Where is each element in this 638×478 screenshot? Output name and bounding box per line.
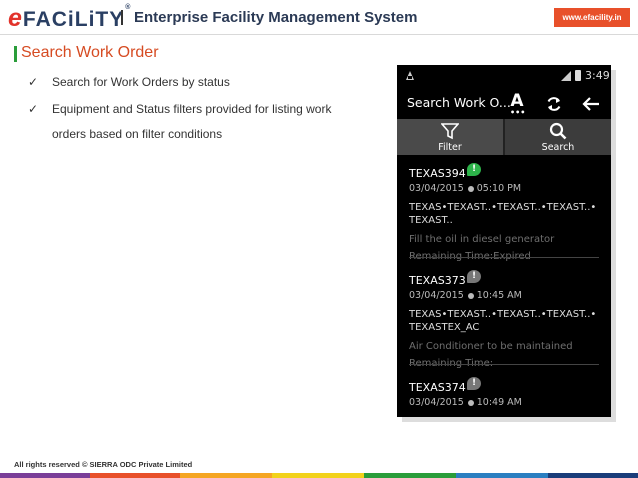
bullet-item: ✓ Search for Work Orders by status [28, 70, 368, 95]
work-order-item[interactable]: TEXAS374 ! 03/04/2015 10:49 AM [397, 371, 611, 417]
footer-color-strip [0, 473, 638, 478]
work-order-date: 03/04/2015 [409, 397, 464, 408]
alert-bubble-icon: ! [467, 270, 481, 283]
font-icon-dots: ••• [510, 108, 526, 117]
header-separator [0, 34, 638, 35]
footer-strip-segment [272, 473, 364, 478]
item-divider [409, 257, 599, 258]
filter-icon [441, 123, 459, 140]
work-order-item[interactable]: TEXAS373 ! 03/04/2015 10:45 AM TEXAS•TEXA… [397, 264, 611, 371]
footer-strip-segment [548, 473, 638, 478]
work-order-location: TEXAS•TEXAST..•TEXAST..•TEXAST..•TEXASTE… [409, 309, 597, 333]
work-order-code: TEXAS373 [409, 274, 466, 287]
bullet-text: Equipment and Status filters provided fo… [52, 102, 332, 141]
search-icon [549, 122, 567, 140]
work-order-time: 05:10 PM [476, 183, 522, 194]
section-title: Search Work Order [21, 44, 159, 61]
signal-icon [561, 71, 571, 81]
work-order-header: TEXAS394 ! [409, 162, 599, 180]
work-order-time: 10:49 AM [476, 397, 522, 408]
work-order-item[interactable]: TEXAS394 ! 03/04/2015 05:10 PM TEXAS•TEXA… [397, 157, 611, 264]
work-order-date: 03/04/2015 [409, 183, 464, 194]
work-order-time: 10:45 AM [476, 290, 522, 301]
filter-button[interactable]: Filter [397, 119, 503, 155]
font-size-icon[interactable]: A ••• [508, 91, 526, 117]
footer-strip-segment [0, 473, 90, 478]
search-button[interactable]: Search [505, 119, 611, 155]
work-order-datetime: 03/04/2015 10:45 AM [409, 290, 599, 304]
footer-strip-segment [364, 473, 456, 478]
bullet-text: Search for Work Orders by status [52, 75, 230, 89]
section-title-accent [14, 46, 17, 62]
app-title: Enterprise Facility Management System [134, 9, 418, 26]
work-order-description: Fill the oil in diesel generator [409, 234, 555, 245]
footer-strip-segment [90, 473, 180, 478]
logo-text: FACiLiTY [22, 8, 125, 31]
feature-bullet-list: ✓ Search for Work Orders by status ✓ Equ… [28, 70, 368, 147]
header: eFACiLiTY® Enterprise Facility Managemen… [0, 0, 638, 34]
battery-icon [575, 70, 581, 81]
header-divider [121, 10, 123, 25]
back-arrow-icon[interactable] [582, 95, 600, 113]
dot-separator [467, 185, 474, 192]
app-bar: Search Work O... A ••• [397, 87, 611, 119]
dot-separator [467, 292, 474, 299]
status-bar: 3:49 [397, 65, 611, 87]
bullet-item: ✓ Equipment and Status filters provided … [28, 97, 368, 147]
checkmark-icon: ✓ [28, 102, 39, 116]
footer-strip-segment [180, 473, 272, 478]
footer-strip-segment [456, 473, 548, 478]
filter-search-toolbar: Filter Search [397, 119, 611, 155]
alert-bubble-icon: ! [467, 377, 481, 390]
item-divider [409, 364, 599, 365]
refresh-icon[interactable] [545, 95, 563, 113]
work-order-code: TEXAS374 [409, 381, 466, 394]
work-order-date: 03/04/2015 [409, 290, 464, 301]
alert-bubble-icon: ! [467, 163, 481, 176]
work-order-list: TEXAS394 ! 03/04/2015 05:10 PM TEXAS•TEXA… [397, 157, 611, 417]
phone-screenshot: 3:49 Search Work O... A ••• Filter Searc… [397, 65, 611, 417]
app-notification-icon [406, 71, 414, 80]
screen-title: Search Work O... [407, 95, 511, 110]
work-order-header: TEXAS374 ! [409, 376, 599, 394]
work-order-code: TEXAS394 [409, 167, 466, 180]
search-label: Search [541, 142, 575, 153]
checkmark-icon: ✓ [28, 75, 39, 89]
dot-separator [467, 399, 474, 406]
work-order-datetime: 03/04/2015 05:10 PM [409, 183, 599, 197]
filter-label: Filter [438, 142, 462, 153]
logo-registered-mark: ® [125, 4, 132, 11]
work-order-datetime: 03/04/2015 10:49 AM [409, 397, 599, 411]
logo-e: e [8, 4, 23, 32]
website-url-badge[interactable]: www.efacility.in [554, 8, 630, 27]
work-order-location: TEXAS•TEXAST..•TEXAST..•TEXAST..•TEXAST.… [409, 202, 597, 226]
work-order-header: TEXAS373 ! [409, 269, 599, 287]
status-time: 3:49 [585, 69, 610, 82]
work-order-description: Air Conditioner to be maintained [409, 341, 573, 352]
efacility-logo: eFACiLiTY® [8, 4, 131, 33]
copyright-footer: All rights reserved © SIERRA ODC Private… [14, 460, 193, 469]
